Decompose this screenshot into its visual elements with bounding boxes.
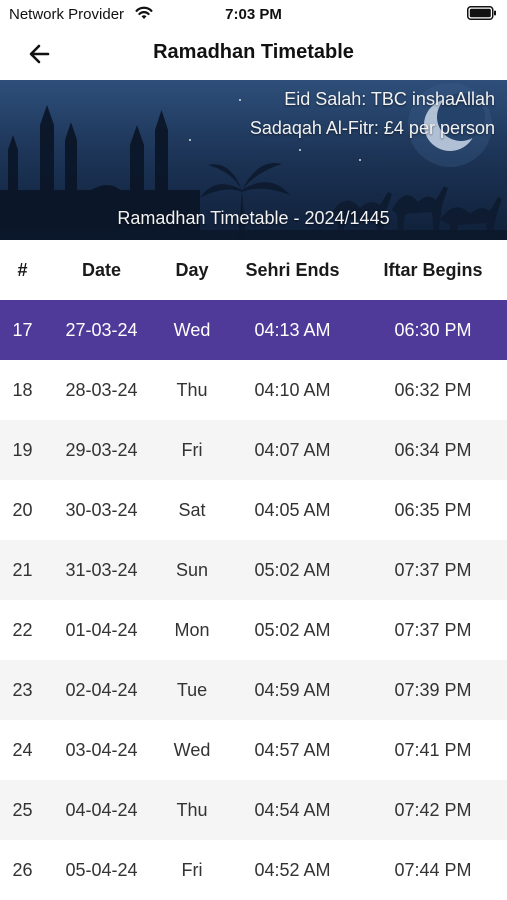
cell-number: 21 xyxy=(12,559,33,580)
table-row-today[interactable]: 17 27-03-24 Wed 04:13 AM 06:30 PM xyxy=(0,300,507,360)
cell-date: 03-04-24 xyxy=(65,739,138,760)
cell-number: 24 xyxy=(12,739,33,760)
cell-iftar: 07:39 PM xyxy=(394,679,472,700)
eid-salah-notice: Eid Salah: TBC inshaAllah xyxy=(284,89,495,109)
cell-day: Wed xyxy=(173,319,211,340)
table-row[interactable]: 19 29-03-24 Fri 04:07 AM 06:34 PM xyxy=(0,420,507,480)
timetable: # Date Day Sehri Ends Iftar Begins 17 27… xyxy=(0,240,507,900)
cell-date: 05-04-24 xyxy=(65,859,138,880)
cell-date: 31-03-24 xyxy=(65,559,138,580)
cell-day: Sun xyxy=(175,559,209,580)
cell-sehri: 04:07 AM xyxy=(254,439,331,460)
cell-date: 28-03-24 xyxy=(65,379,138,400)
cell-day: Thu xyxy=(176,799,208,820)
cell-sehri: 04:59 AM xyxy=(254,679,331,700)
sadaqah-notice: Sadaqah Al-Fitr: £4 per person xyxy=(249,118,495,138)
cell-date: 27-03-24 xyxy=(65,319,138,340)
cell-date: 30-03-24 xyxy=(65,499,138,520)
cell-day: Fri xyxy=(181,859,203,880)
cell-sehri: 05:02 AM xyxy=(254,559,331,580)
cell-sehri: 04:57 AM xyxy=(254,739,331,760)
header-banner: Eid Salah: TBC inshaAllah Sadaqah Al-Fit… xyxy=(0,80,507,240)
cell-sehri: 04:52 AM xyxy=(254,859,331,880)
cell-number: 17 xyxy=(12,319,33,340)
cell-iftar: 07:44 PM xyxy=(394,859,472,880)
cell-number: 20 xyxy=(12,499,33,520)
header-sehri: Sehri Ends xyxy=(245,259,340,280)
cell-sehri: 05:02 AM xyxy=(254,619,331,640)
cell-iftar: 06:34 PM xyxy=(394,439,472,460)
table-row[interactable]: 21 31-03-24 Sun 05:02 AM 07:37 PM xyxy=(0,540,507,600)
table-row[interactable]: 20 30-03-24 Sat 04:05 AM 06:35 PM xyxy=(0,480,507,540)
cell-day: Thu xyxy=(176,379,208,400)
cell-number: 18 xyxy=(12,379,33,400)
cell-date: 02-04-24 xyxy=(65,679,138,700)
cell-date: 01-04-24 xyxy=(65,619,138,640)
cell-number: 22 xyxy=(12,619,33,640)
cell-date: 04-04-24 xyxy=(65,799,138,820)
cell-sehri: 04:13 AM xyxy=(254,319,331,340)
table-header: # Date Day Sehri Ends Iftar Begins xyxy=(0,240,507,300)
cell-number: 25 xyxy=(12,799,33,820)
header-date: Date xyxy=(81,259,121,280)
cell-number: 23 xyxy=(12,679,33,700)
header-iftar: Iftar Begins xyxy=(383,259,483,280)
cell-iftar: 06:32 PM xyxy=(394,379,472,400)
cell-sehri: 04:10 AM xyxy=(254,379,331,400)
battery-icon xyxy=(467,6,496,20)
nav-bar: Ramadhan Timetable xyxy=(0,28,507,80)
banner-caption: Ramadhan Timetable - 2024/1445 xyxy=(117,208,390,228)
header-day: Day xyxy=(175,259,209,280)
cell-iftar: 07:42 PM xyxy=(394,799,472,820)
cell-day: Wed xyxy=(173,739,211,760)
table-row[interactable]: 24 03-04-24 Wed 04:57 AM 07:41 PM xyxy=(0,720,507,780)
cell-iftar: 07:37 PM xyxy=(394,619,472,640)
table-row[interactable]: 25 04-04-24 Thu 04:54 AM 07:42 PM xyxy=(0,780,507,840)
cell-day: Mon xyxy=(174,619,210,640)
cell-iftar: 07:37 PM xyxy=(394,559,472,580)
table-row[interactable]: 22 01-04-24 Mon 05:02 AM 07:37 PM xyxy=(0,600,507,660)
page-title: Ramadhan Timetable xyxy=(153,41,354,63)
header-number: # xyxy=(17,259,28,280)
cell-iftar: 06:35 PM xyxy=(394,499,472,520)
table-row[interactable]: 26 05-04-24 Fri 04:52 AM 07:44 PM xyxy=(0,840,507,900)
cell-day: Fri xyxy=(181,439,203,460)
cell-date: 29-03-24 xyxy=(65,439,138,460)
cell-iftar: 06:30 PM xyxy=(394,319,472,340)
table-row[interactable]: 18 28-03-24 Thu 04:10 AM 06:32 PM xyxy=(0,360,507,420)
status-bar: Network Provider 7:03 PM xyxy=(0,0,507,28)
cell-sehri: 04:54 AM xyxy=(254,799,331,820)
cell-day: Sat xyxy=(178,499,206,520)
table-row[interactable]: 23 02-04-24 Tue 04:59 AM 07:39 PM xyxy=(0,660,507,720)
cell-sehri: 04:05 AM xyxy=(254,499,331,520)
clock: 7:03 PM xyxy=(225,6,282,23)
cell-iftar: 07:41 PM xyxy=(394,739,472,760)
cell-number: 19 xyxy=(12,439,33,460)
cell-number: 26 xyxy=(12,859,33,880)
cell-day: Tue xyxy=(176,679,208,700)
